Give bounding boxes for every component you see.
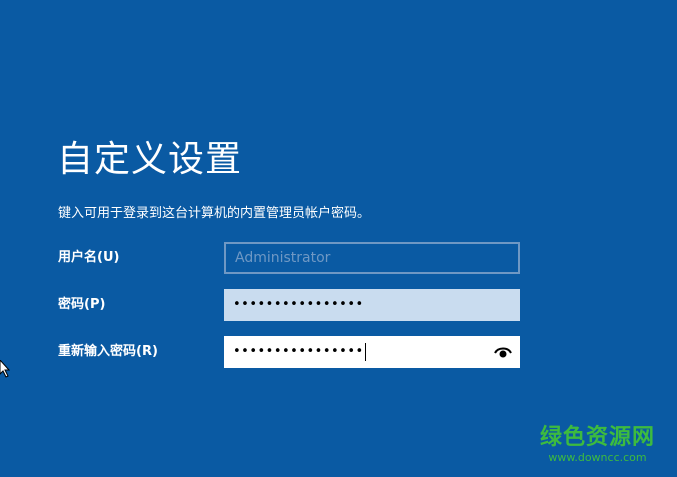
text-caret — [364, 342, 366, 361]
reenter-password-label: 重新输入密码(R) — [58, 344, 158, 359]
password-dots: •••••••••••••••• — [233, 297, 364, 312]
reenter-password-dots-wrap: •••••••••••••••• — [233, 342, 366, 362]
password-label: 密码(P) — [58, 297, 106, 312]
watermark: 绿色资源网 www.downcc.com — [540, 424, 655, 464]
password-field[interactable]: •••••••••••••••• — [224, 289, 520, 321]
mouse-pointer-icon — [0, 360, 10, 378]
page-title: 自定义设置 — [57, 139, 243, 180]
reenter-password-dots: •••••••••••••••• — [233, 344, 364, 359]
reenter-password-field[interactable]: •••••••••••••••• — [224, 336, 520, 368]
watermark-url: www.downcc.com — [548, 451, 647, 464]
eye-icon[interactable] — [494, 345, 512, 359]
username-field[interactable]: Administrator — [224, 242, 520, 274]
username-value: Administrator — [235, 250, 331, 266]
watermark-name: 绿色资源网 — [539, 425, 655, 450]
username-label: 用户名(U) — [58, 250, 120, 265]
page-subtitle: 键入可用于登录到这台计算机的内置管理员帐户密码。 — [58, 206, 371, 221]
